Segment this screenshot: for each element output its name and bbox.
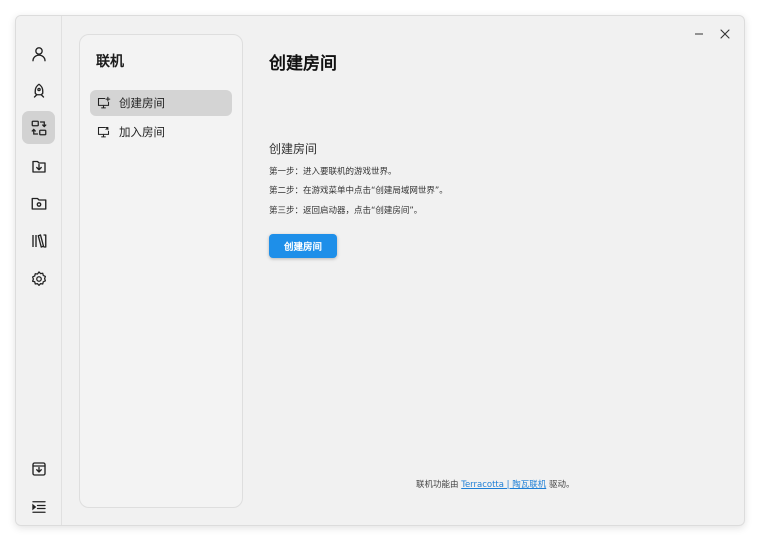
monitor-join-icon bbox=[97, 126, 110, 137]
library-icon bbox=[31, 233, 46, 248]
nav-item-label: 加入房间 bbox=[119, 125, 165, 139]
step-2-text: 第二步：在游戏菜单中点击“创建局域网世界”。 bbox=[269, 186, 448, 196]
step-1-text: 第一步：进入要联机的游戏世界。 bbox=[269, 167, 397, 177]
subpanel-title: 联机 bbox=[96, 54, 124, 70]
folder-icon bbox=[31, 197, 46, 210]
terracotta-link[interactable]: Terracotta | 陶瓦联机 bbox=[461, 480, 546, 490]
rail-collapse-menu-button[interactable] bbox=[22, 490, 55, 523]
rail-account-button[interactable] bbox=[22, 37, 55, 70]
rail-download-tasks-button[interactable] bbox=[22, 452, 55, 485]
rail-instance-button[interactable] bbox=[22, 74, 55, 107]
section-title: 创建房间 bbox=[269, 142, 318, 156]
nav-item-create-room[interactable]: 创建房间 bbox=[90, 90, 232, 116]
close-icon bbox=[720, 29, 730, 39]
rail-settings-button[interactable] bbox=[22, 262, 55, 295]
rocket-icon bbox=[33, 83, 44, 98]
footer-credit: 联机功能由 Terracotta | 陶瓦联机 驱动。 bbox=[416, 478, 574, 490]
network-icon bbox=[31, 120, 46, 135]
monitor-plus-icon bbox=[97, 96, 111, 108]
menu-collapse-icon bbox=[31, 500, 46, 513]
icon-rail bbox=[16, 16, 62, 525]
nav-item-join-room[interactable]: 加入房间 bbox=[90, 119, 232, 145]
footer-prefix: 联机功能由 bbox=[416, 480, 462, 490]
minimize-icon bbox=[695, 33, 703, 35]
user-icon bbox=[31, 46, 46, 61]
close-button[interactable] bbox=[715, 24, 735, 44]
footer-suffix: 驱动。 bbox=[546, 480, 575, 490]
rail-library-button[interactable] bbox=[22, 224, 55, 257]
launcher-window: 联机 创建房间 加入房间 创建房间 创建房间 第一步：进入要联机的游戏世界。 第… bbox=[15, 15, 745, 526]
multiplayer-nav-panel: 联机 创建房间 加入房间 bbox=[79, 34, 243, 508]
rail-folder-button[interactable] bbox=[22, 186, 55, 219]
rail-multiplayer-button[interactable] bbox=[22, 111, 55, 144]
gear-icon bbox=[31, 270, 46, 286]
download-box-icon bbox=[31, 160, 46, 173]
nav-item-label: 创建房间 bbox=[119, 96, 165, 110]
create-room-button[interactable]: 创建房间 bbox=[269, 234, 337, 258]
minimize-button[interactable] bbox=[689, 24, 709, 44]
page-title: 创建房间 bbox=[269, 54, 337, 74]
step-3-text: 第三步：返回启动器，点击“创建房间”。 bbox=[269, 206, 423, 216]
tray-download-icon bbox=[31, 461, 46, 476]
rail-download-button[interactable] bbox=[22, 149, 55, 182]
